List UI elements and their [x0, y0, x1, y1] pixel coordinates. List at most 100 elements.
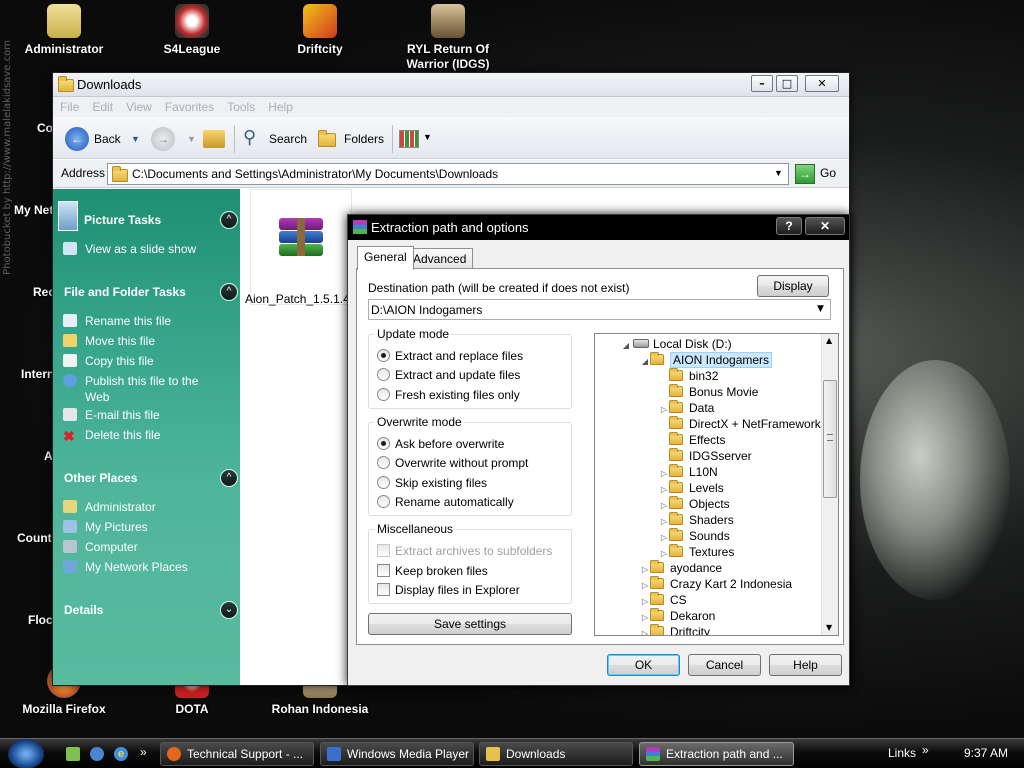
views-button[interactable]: ▼ [399, 130, 435, 148]
details-header[interactable]: Details [64, 603, 103, 617]
chevron-down-icon[interactable]: ▼ [131, 127, 140, 151]
tree-item[interactable]: ▷ Objects [659, 496, 730, 512]
radio-extract-replace[interactable]: Extract and replace files [377, 349, 523, 363]
ok-button[interactable]: OK [607, 654, 680, 676]
tree-item[interactable]: bin32 [659, 368, 718, 384]
check-extract-subfolders[interactable]: Extract archives to subfolders [377, 544, 552, 558]
media-icon[interactable] [90, 747, 104, 761]
menu-tools[interactable]: Tools [220, 97, 261, 114]
task-delete[interactable]: ✖ Delete this file [63, 427, 160, 443]
tree-item[interactable]: ▷ ayodance [640, 560, 722, 576]
radio-ask-overwrite[interactable]: Ask before overwrite [377, 437, 504, 451]
task-publish[interactable]: Publish this file to the Web [63, 373, 213, 405]
tree-item[interactable]: ▷ Data [659, 400, 714, 416]
dialog-titlebar[interactable]: Extraction path and options ? ✕ [348, 215, 849, 240]
search-button[interactable]: ⚲ Search [243, 127, 307, 151]
tree-item[interactable]: ◢ Local Disk (D:) [621, 336, 732, 352]
desktop-icon-ryl[interactable]: RYL Return Of Warrior (IDGS) [388, 4, 508, 72]
clock[interactable]: 9:37 AM [964, 746, 1008, 760]
display-button[interactable]: Display [757, 275, 829, 297]
tree-item[interactable]: Bonus Movie [659, 384, 758, 400]
collapse-icon[interactable]: ^ [220, 211, 238, 229]
forward-arrow-icon[interactable]: → [151, 127, 175, 151]
tree-item[interactable]: ▷ Driftcity [640, 624, 710, 635]
desktop-icon-driftcity[interactable]: Driftcity [260, 4, 380, 57]
save-settings-button[interactable]: Save settings [368, 613, 572, 635]
tab-general[interactable]: General [357, 246, 414, 270]
place-administrator[interactable]: Administrator [63, 499, 156, 515]
taskbar-button-media-player[interactable]: Windows Media Player [320, 742, 474, 766]
taskbar-button-firefox[interactable]: Technical Support - ... [160, 742, 314, 766]
other-places-header[interactable]: Other Places [64, 471, 137, 485]
scroll-down-icon[interactable]: ▼ [826, 623, 832, 632]
help-button[interactable]: Help [769, 654, 842, 676]
links-toolbar[interactable]: Links [888, 746, 916, 760]
tree-item[interactable]: ▷ Sounds [659, 528, 730, 544]
tree-item[interactable]: ◢ AION Indogamers [640, 352, 773, 370]
check-keep-broken[interactable]: Keep broken files [377, 564, 488, 578]
radio-overwrite-without-prompt[interactable]: Overwrite without prompt [377, 456, 528, 470]
expanded-arrow-icon[interactable]: ◢ [640, 354, 650, 370]
collapsed-arrow-icon[interactable]: ▷ [640, 626, 650, 635]
radio-skip-existing[interactable]: Skip existing files [377, 476, 487, 490]
task-move[interactable]: Move this file [63, 333, 155, 349]
tree-scrollbar[interactable]: ▲ ▼ [821, 334, 838, 635]
taskbar-button-downloads[interactable]: Downloads [479, 742, 633, 766]
tree-item[interactable]: ▷ Shaders [659, 512, 734, 528]
collapse-icon[interactable]: ^ [220, 283, 238, 301]
menu-view[interactable]: View [119, 97, 158, 114]
tree-item[interactable]: ▷ Levels [659, 480, 724, 496]
tree-item[interactable]: ▷ CS [640, 592, 687, 608]
links-chevron-icon[interactable]: » [922, 743, 929, 757]
close-icon[interactable]: ✕ [805, 217, 845, 235]
menu-file[interactable]: File [53, 97, 85, 114]
quicklaunch-chevron-icon[interactable]: » [140, 745, 147, 759]
help-icon[interactable]: ? [776, 217, 802, 235]
folders-button[interactable]: Folders [318, 127, 388, 151]
task-email[interactable]: E-mail this file [63, 407, 160, 423]
tree-item[interactable]: ▷ Textures [659, 544, 734, 560]
show-desktop-icon[interactable] [66, 747, 80, 761]
tree-item[interactable]: ▷ Crazy Kart 2 Indonesia [640, 576, 792, 592]
desktop-icon-administrator[interactable]: Administrator [4, 4, 124, 57]
explorer-titlebar[interactable]: Downloads – □ ✕ [53, 73, 849, 97]
file-folder-tasks-header[interactable]: File and Folder Tasks [64, 285, 186, 299]
tree-item[interactable]: DirectX + NetFramework [659, 416, 821, 432]
task-view-slideshow[interactable]: View as a slide show [63, 241, 196, 257]
chevron-down-icon[interactable]: ▼ [817, 304, 824, 314]
go-label[interactable]: Go [820, 166, 836, 180]
scroll-thumb[interactable] [823, 380, 837, 498]
picture-tasks-header[interactable]: Picture Tasks [84, 213, 161, 227]
place-network[interactable]: My Network Places [63, 559, 188, 575]
place-computer[interactable]: Computer [63, 539, 138, 555]
tab-advanced[interactable]: Advanced [406, 248, 474, 269]
file-item[interactable]: Aion_Patch_1.5.1.4_ [245, 189, 356, 306]
task-copy[interactable]: Copy this file [63, 353, 154, 369]
radio-fresh-existing[interactable]: Fresh existing files only [377, 388, 520, 402]
expand-icon[interactable]: ⌄ [220, 601, 238, 619]
menu-edit[interactable]: Edit [85, 97, 119, 114]
minimize-button[interactable]: – [751, 75, 773, 92]
radio-rename-auto[interactable]: Rename automatically [377, 495, 514, 509]
folder-tree[interactable]: ◢ Local Disk (D:) ◢ AION Indogamers bin32 Bon… [594, 333, 839, 636]
back-button[interactable]: ← Back ▼ [65, 127, 153, 151]
place-my-pictures[interactable]: My Pictures [63, 519, 148, 535]
taskbar-button-extraction[interactable]: Extraction path and ... [639, 742, 794, 766]
expanded-arrow-icon[interactable]: ◢ [621, 338, 631, 354]
menu-help[interactable]: Help [261, 97, 299, 114]
destination-combobox[interactable]: D:\AION Indogamers ▼ [368, 299, 831, 320]
address-input[interactable]: C:\Documents and Settings\Administrator\… [107, 163, 789, 185]
tree-item[interactable]: Effects [659, 432, 725, 448]
desktop-icon-s4league[interactable]: S4League [132, 4, 252, 57]
task-rename[interactable]: Rename this file [63, 313, 171, 329]
tree-item[interactable]: ▷ L10N [659, 464, 718, 480]
cancel-button[interactable]: Cancel [688, 654, 761, 676]
collapse-icon[interactable]: ^ [220, 469, 238, 487]
start-orb-icon[interactable] [8, 739, 44, 768]
go-arrow-icon[interactable]: → [795, 164, 815, 184]
chevron-down-icon[interactable]: ▼ [774, 168, 783, 178]
up-folder-icon[interactable] [203, 130, 225, 148]
radio-extract-update[interactable]: Extract and update files [377, 368, 520, 382]
menu-favorites[interactable]: Favorites [158, 97, 220, 114]
tree-item[interactable]: IDGSserver [659, 448, 752, 464]
